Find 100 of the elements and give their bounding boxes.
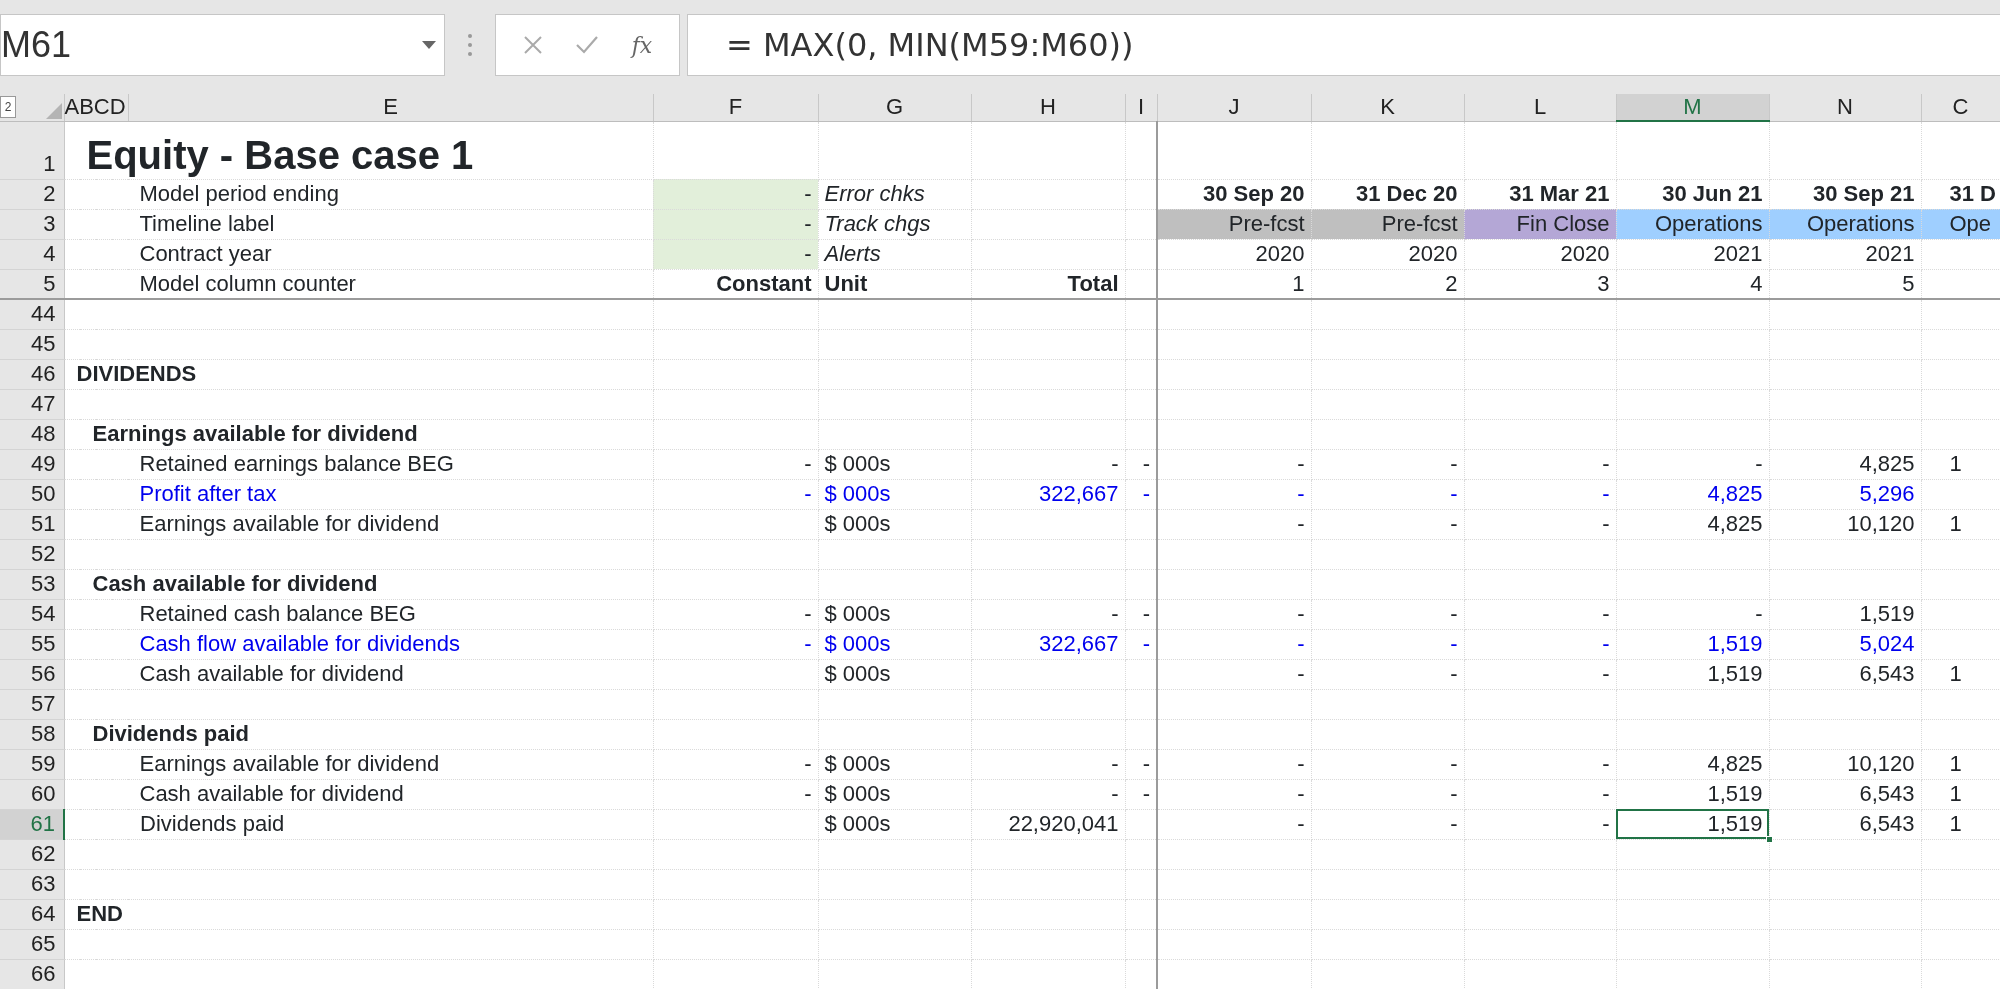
table-cell: - [1125,749,1157,779]
insert-function-button[interactable]: fx [631,28,653,62]
column-header[interactable]: G [818,94,971,121]
table-cell: Contract year [64,239,653,269]
column-header[interactable]: F [653,94,818,121]
row-number[interactable]: 60 [0,779,64,809]
row-number[interactable]: 3 [0,209,64,239]
row-number[interactable]: 53 [0,569,64,599]
row-number[interactable]: 4 [0,239,64,269]
row-number[interactable]: 57 [0,689,64,719]
table-cell: 1,519 [1616,659,1769,689]
row-number[interactable]: 54 [0,599,64,629]
table-cell: 4,825 [1616,509,1769,539]
row-number[interactable]: 58 [0,719,64,749]
row-number[interactable]: 48 [0,419,64,449]
column-header[interactable]: L [1464,94,1616,121]
table-cell: - [653,479,818,509]
row-number[interactable]: 5 [0,269,64,299]
table-cell: Pre-fcst [1311,209,1464,239]
table-cell: - [653,629,818,659]
row-number[interactable]: 49 [0,449,64,479]
column-header[interactable]: I [1125,94,1157,121]
table-cell: - [1464,599,1616,629]
table-cell: 2021 [1769,239,1921,269]
table-cell: 22,920,041 [971,809,1125,839]
table-cell: 4,825 [1616,749,1769,779]
row-number[interactable]: 1 [0,121,64,179]
fill-handle[interactable] [1765,835,1773,843]
table-cell: 1 [1921,509,2000,539]
column-header[interactable]: ABCD [64,94,128,121]
table-cell: $ 000s [818,449,971,479]
column-header[interactable]: K [1311,94,1464,121]
table-cell: Constant [653,269,818,299]
row-number[interactable]: 56 [0,659,64,689]
table-cell: - [1464,659,1616,689]
table-cell: - [653,209,818,239]
column-header[interactable]: J [1157,94,1311,121]
table-cell: $ 000s [818,599,971,629]
table-cell: - [1464,809,1616,839]
table-cell: Cash flow available for dividends [64,629,653,659]
table-cell: - [653,599,818,629]
table-cell: $ 000s [818,659,971,689]
column-header[interactable]: N [1769,94,1921,121]
table-cell: 10,120 [1769,509,1921,539]
table-cell: 2 [1311,269,1464,299]
row-number[interactable]: 59 [0,749,64,779]
row-number[interactable]: 61 [0,809,64,839]
row-number[interactable]: 66 [0,959,64,989]
table-cell: - [653,179,818,209]
column-header[interactable]: H [971,94,1125,121]
table-cell: 10,120 [1769,749,1921,779]
table-cell: - [1157,659,1311,689]
column-header[interactable]: C [1921,94,2000,121]
column-header[interactable]: E [128,94,653,121]
name-box[interactable]: M61 [0,14,445,76]
row-number[interactable]: 64 [0,899,64,929]
table-cell: Dividends paid [64,809,653,839]
check-icon[interactable] [576,36,599,54]
row-number[interactable]: 47 [0,389,64,419]
table-cell: - [1157,779,1311,809]
table-cell: - [1311,749,1464,779]
table-cell: Earnings available for dividend [64,749,653,779]
row-number[interactable]: 51 [0,509,64,539]
table-cell: 322,667 [971,479,1125,509]
table-cell: - [971,449,1125,479]
formula-bar[interactable]: = MAX(0, MIN(M59:M60)) [687,14,2000,76]
row-number[interactable]: 65 [0,929,64,959]
more-icon[interactable] [468,34,472,56]
table-cell: - [653,449,818,479]
table-cell: - [1464,749,1616,779]
caret-icon[interactable] [422,41,436,49]
row-number[interactable]: 63 [0,869,64,899]
row-number[interactable]: 55 [0,629,64,659]
table-cell: Model period ending [64,179,653,209]
table-cell: 6,543 [1769,809,1921,839]
cancel-icon[interactable] [522,35,543,55]
table-cell: - [653,749,818,779]
row-number[interactable]: 45 [0,329,64,359]
row-number[interactable]: 50 [0,479,64,509]
table-cell: 4,825 [1616,479,1769,509]
table-cell: 322,667 [971,629,1125,659]
table-cell: Fin Close [1464,209,1616,239]
table-cell: - [1464,629,1616,659]
outline-level-button[interactable]: 2 [0,96,16,118]
row-number[interactable]: 46 [0,359,64,389]
table-cell: $ 000s [818,629,971,659]
row-number[interactable]: 44 [0,299,64,329]
table-cell: 1 [1921,809,2000,839]
row-number[interactable]: 2 [0,179,64,209]
table-cell: 2021 [1616,239,1769,269]
table-cell: - [1616,449,1769,479]
table-cell: - [1311,779,1464,809]
table-cell: 1,519 [1616,779,1769,809]
row-number[interactable]: 52 [0,539,64,569]
table-cell: - [1464,509,1616,539]
column-header[interactable]: M [1616,94,1769,121]
row-number[interactable]: 62 [0,839,64,869]
table-cell: - [1311,809,1464,839]
table-cell: - [1311,599,1464,629]
select-all-icon[interactable] [45,102,62,119]
